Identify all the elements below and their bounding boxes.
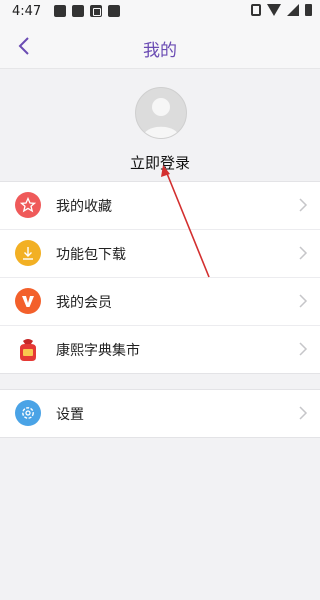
- notification-icons: [54, 5, 120, 17]
- notification-image-icon: [90, 5, 102, 17]
- vibrate-icon: [251, 4, 261, 16]
- login-link[interactable]: 立即登录: [0, 152, 320, 173]
- chevron-right-icon: [299, 246, 308, 260]
- avatar[interactable]: [135, 87, 187, 139]
- cellular-signal-icon: [287, 4, 299, 16]
- menu-item-favorites[interactable]: 我的收藏: [0, 182, 320, 230]
- menu-item-download[interactable]: 功能包下载: [0, 230, 320, 278]
- page-title: 我的: [143, 41, 177, 61]
- menu-list: 我的收藏 功能包下载 我的会员 康熙字典集市: [0, 181, 320, 374]
- star-icon: [15, 192, 41, 218]
- status-bar: 4:47: [0, 0, 320, 24]
- vip-v-icon: [15, 288, 41, 314]
- profile-section: 立即登录: [0, 69, 320, 181]
- gear-icon: [15, 400, 41, 426]
- chevron-right-icon: [299, 294, 308, 308]
- notification-square-icon: [72, 5, 84, 17]
- user-placeholder-icon: [143, 98, 179, 138]
- system-icons: [251, 4, 312, 16]
- menu-item-membership[interactable]: 我的会员: [0, 278, 320, 326]
- settings-list: 设置: [0, 389, 320, 438]
- menu-item-label: 设置: [56, 407, 84, 423]
- wifi-icon: [267, 4, 281, 16]
- notification-square-icon: [108, 5, 120, 17]
- download-icon: [15, 240, 41, 266]
- menu-item-label: 功能包下载: [56, 247, 126, 263]
- menu-item-settings[interactable]: 设置: [0, 390, 320, 437]
- notification-square-icon: [54, 5, 66, 17]
- header-bar: 我的: [0, 24, 320, 69]
- status-time: 4:47: [12, 4, 42, 19]
- menu-item-label: 我的收藏: [56, 199, 112, 215]
- menu-item-market[interactable]: 康熙字典集市: [0, 326, 320, 373]
- battery-icon: [305, 4, 312, 16]
- menu-item-label: 康熙字典集市: [56, 343, 140, 359]
- bag-icon: [15, 336, 41, 362]
- menu-item-label: 我的会员: [56, 295, 112, 311]
- chevron-right-icon: [299, 198, 308, 212]
- chevron-right-icon: [299, 406, 308, 420]
- chevron-right-icon: [299, 342, 308, 356]
